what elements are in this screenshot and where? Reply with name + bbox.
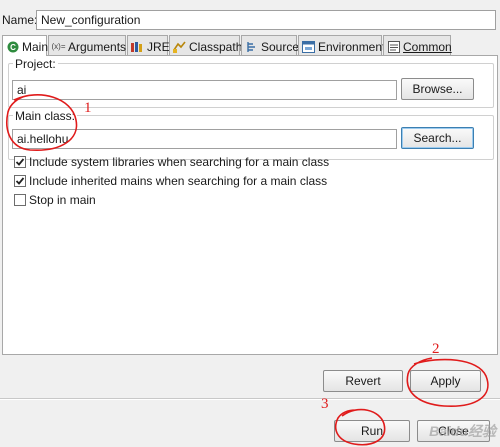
tab-main[interactable]: C Main [2,35,49,56]
include-system-libraries-option[interactable]: Include system libraries when searching … [14,155,329,169]
tab-label: Environment [318,39,386,54]
source-icon [245,40,258,53]
separator-highlight [0,399,500,400]
apply-button[interactable]: Apply [410,370,481,392]
annotation-number-2: 2 [432,341,440,357]
stop-in-main-option[interactable]: Stop in main [14,193,96,207]
tab-environment[interactable]: Environment [298,35,386,55]
checkbox[interactable] [14,156,26,168]
option-label: Include inherited mains when searching f… [29,174,328,188]
project-group-title: Project: [13,57,58,71]
arguments-icon: (x)= [51,42,66,51]
project-field[interactable]: ai [12,80,397,100]
tab-jre[interactable]: JRE [127,35,170,55]
main-class-group-title: Main class: [13,109,78,123]
classpath-icon [173,40,186,53]
include-inherited-mains-option[interactable]: Include inherited mains when searching f… [14,174,327,188]
main-class-icon: C [6,41,19,54]
tab-label: JRE [147,39,170,54]
svg-text:C: C [10,43,16,52]
tab-label: Common [403,39,452,54]
environment-icon [302,40,315,53]
tab-label: Arguments [68,39,127,54]
browse-button[interactable]: Browse... [401,78,474,100]
tab-label: Source [261,39,300,54]
tab-label: Main [22,40,49,54]
annotation-number-1: 1 [84,100,92,116]
tab-classpath[interactable]: Classpath [169,35,243,55]
tab-arguments[interactable]: (x)= Arguments [48,35,126,55]
option-label: Stop in main [29,193,96,207]
common-icon [387,40,400,53]
tab-source[interactable]: Source [241,35,300,55]
main-class-field[interactable]: ai.hellohu [12,129,397,149]
name-label: Name: [2,13,38,27]
main-tab-panel: Project: ai Browse... Main class: ai.hel… [2,55,498,355]
tab-strip: C Main (x)= Arguments JRE Classpath Sour… [0,35,500,56]
run-button[interactable]: Run [334,420,410,442]
checkbox[interactable] [14,175,26,187]
revert-button[interactable]: Revert [323,370,403,392]
annotation-number-3: 3 [321,396,329,412]
configuration-name-field[interactable]: New_configuration [36,10,496,30]
jre-books-icon [131,40,144,53]
watermark: Baidu经验 [429,423,496,439]
tab-label: Classpath [189,39,243,54]
tab-common[interactable]: Common [383,35,452,55]
search-button[interactable]: Search... [401,127,474,149]
option-label: Include system libraries when searching … [29,155,330,169]
checkbox[interactable] [14,194,26,206]
